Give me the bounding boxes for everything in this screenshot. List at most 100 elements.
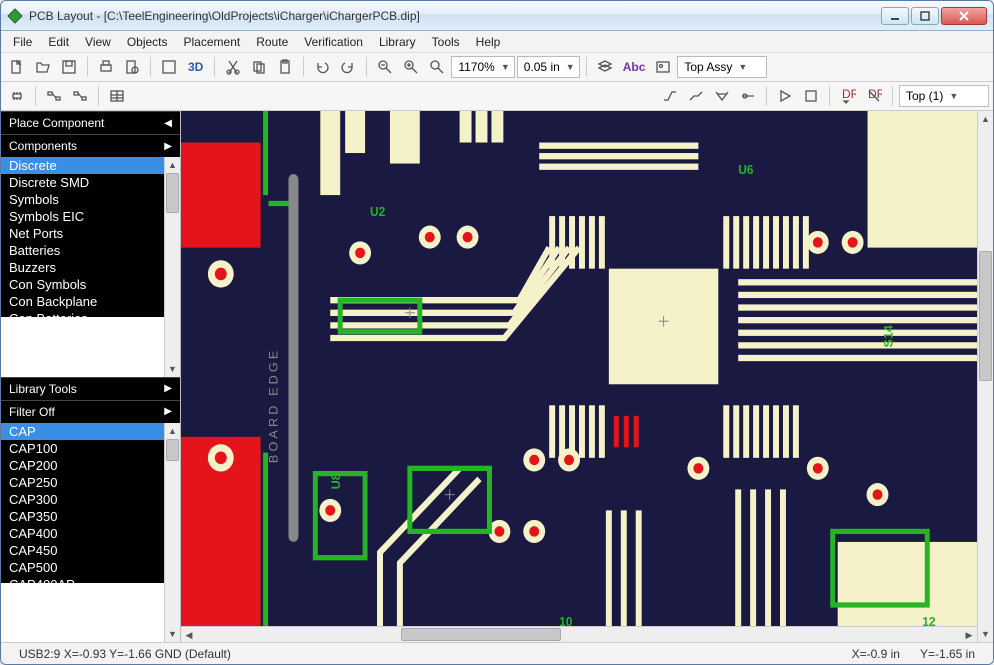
settings-button[interactable] [799, 85, 823, 107]
component-item[interactable]: CAP100 [1, 440, 164, 457]
scroll-up-arrow[interactable]: ▲ [165, 423, 180, 439]
app-icon [7, 8, 23, 24]
cut-button[interactable] [221, 56, 245, 78]
category-item[interactable]: Symbols [1, 191, 164, 208]
route-tool-3[interactable] [710, 85, 734, 107]
menu-objects[interactable]: Objects [119, 33, 176, 51]
layer-combo[interactable]: Top Assy▼ [677, 56, 767, 78]
new-button[interactable] [5, 56, 29, 78]
app-window: PCB Layout - [C:\TeelEngineering\OldProj… [0, 0, 994, 665]
category-scrollbar[interactable]: ▲▼ [164, 157, 180, 377]
component-item[interactable]: CAP500 [1, 559, 164, 576]
zoom-level-combo[interactable]: 1170%▼ [451, 56, 514, 78]
scroll-right-arrow[interactable]: ▶ [961, 627, 977, 642]
scroll-thumb[interactable] [166, 439, 179, 461]
preview-button[interactable] [120, 56, 144, 78]
maximize-button[interactable] [911, 7, 939, 25]
copy-button[interactable] [247, 56, 271, 78]
grid-size-combo[interactable]: 0.05 in▼ [517, 56, 580, 78]
menu-help[interactable]: Help [468, 33, 509, 51]
svg-text:DRC: DRC [868, 88, 882, 101]
category-item[interactable]: Con Backplane [1, 293, 164, 310]
route-tool-2[interactable] [684, 85, 708, 107]
component-item[interactable]: CAP [1, 423, 164, 440]
save-button[interactable] [57, 56, 81, 78]
category-item[interactable]: Con Symbols [1, 276, 164, 293]
active-layer-combo[interactable]: Top (1)▼ [899, 85, 989, 107]
layers-button[interactable] [593, 56, 617, 78]
print-button[interactable] [94, 56, 118, 78]
component-scrollbar[interactable]: ▲▼ [164, 423, 180, 643]
zoom-out-button[interactable] [373, 56, 397, 78]
component-item[interactable]: CAP300 [1, 491, 164, 508]
scroll-thumb[interactable] [979, 251, 992, 381]
menu-placement[interactable]: Placement [176, 33, 249, 51]
scroll-down-arrow[interactable]: ▼ [978, 626, 993, 642]
scroll-thumb[interactable] [166, 173, 179, 213]
component-item[interactable]: CAP400 [1, 525, 164, 542]
menu-library[interactable]: Library [371, 33, 424, 51]
canvas-h-scrollbar[interactable]: ◀ ▶ [181, 626, 977, 642]
scroll-up-arrow[interactable]: ▲ [165, 157, 180, 173]
svg-text:DRC: DRC [842, 88, 856, 101]
component-item[interactable]: CAP400AP [1, 576, 164, 583]
menu-view[interactable]: View [77, 33, 119, 51]
scroll-left-arrow[interactable]: ◀ [181, 627, 197, 642]
category-item[interactable]: Discrete [1, 157, 164, 174]
category-item[interactable]: Buzzers [1, 259, 164, 276]
open-button[interactable] [31, 56, 55, 78]
zoom-fit-button[interactable] [425, 56, 449, 78]
close-button[interactable] [941, 7, 987, 25]
redo-button[interactable] [336, 56, 360, 78]
component-item[interactable]: CAP350 [1, 508, 164, 525]
triangle-left-icon: ◀ [164, 118, 172, 129]
scroll-down-arrow[interactable]: ▼ [165, 626, 180, 642]
drc-off-button[interactable]: DRC [862, 85, 886, 107]
menu-route[interactable]: Route [248, 33, 296, 51]
drc-button[interactable]: DRC [836, 85, 860, 107]
scroll-thumb[interactable] [401, 628, 561, 641]
text-label-button[interactable]: Abc [619, 56, 650, 78]
paste-button[interactable] [273, 56, 297, 78]
image-button[interactable] [651, 56, 675, 78]
titleblock-button[interactable] [157, 56, 181, 78]
panel-place-component[interactable]: Place Component◀ [1, 111, 180, 134]
run-button[interactable] [773, 85, 797, 107]
table-button[interactable] [105, 85, 129, 107]
3d-button[interactable]: 3D [183, 56, 208, 78]
titlebar: PCB Layout - [C:\TeelEngineering\OldProj… [1, 1, 993, 31]
panel-components[interactable]: Components▶ [1, 134, 180, 157]
component-item[interactable]: CAP450 [1, 542, 164, 559]
undo-button[interactable] [310, 56, 334, 78]
active-layer-value: Top (1) [906, 89, 943, 103]
zoom-in-button[interactable] [399, 56, 423, 78]
panel-library-tools[interactable]: Library Tools▶ [1, 377, 180, 400]
component-item[interactable]: CAP250 [1, 474, 164, 491]
component-tool-button[interactable] [5, 85, 29, 107]
scroll-up-arrow[interactable]: ▲ [978, 111, 993, 127]
scroll-down-arrow[interactable]: ▼ [165, 361, 180, 377]
menu-tools[interactable]: Tools [424, 33, 468, 51]
component-item[interactable]: CAP200 [1, 457, 164, 474]
canvas-v-scrollbar[interactable]: ▲ ▼ [977, 111, 993, 642]
workarea: Place Component◀ Components▶ Discrete Di… [1, 111, 993, 642]
ratline-button[interactable] [42, 85, 66, 107]
category-item[interactable]: Net Ports [1, 225, 164, 242]
menu-file[interactable]: File [5, 33, 40, 51]
net-button[interactable] [68, 85, 92, 107]
category-item[interactable]: Symbols EIC [1, 208, 164, 225]
minimize-button[interactable] [881, 7, 909, 25]
statusbar: USB2:9 X=-0.93 Y=-1.66 GND (Default) X=-… [1, 642, 993, 664]
window-title: PCB Layout - [C:\TeelEngineering\OldProj… [29, 9, 881, 23]
category-list: Discrete Discrete SMD Symbols Symbols EI… [1, 157, 164, 317]
category-item[interactable]: Discrete SMD [1, 174, 164, 191]
menu-verification[interactable]: Verification [296, 33, 371, 51]
panel-filter-off[interactable]: Filter Off▶ [1, 400, 180, 423]
toolbar-main: 3D 1170%▼ 0.05 in▼ Abc Top Assy▼ [1, 53, 993, 82]
category-item[interactable]: Batteries [1, 242, 164, 259]
route-tool-1[interactable] [658, 85, 682, 107]
pcb-canvas[interactable]: U2 U6 U8 S14 10 12 BOARD EDGE [181, 111, 977, 626]
category-item[interactable]: Con Batteries [1, 310, 164, 317]
menu-edit[interactable]: Edit [40, 33, 77, 51]
route-tool-4[interactable] [736, 85, 760, 107]
